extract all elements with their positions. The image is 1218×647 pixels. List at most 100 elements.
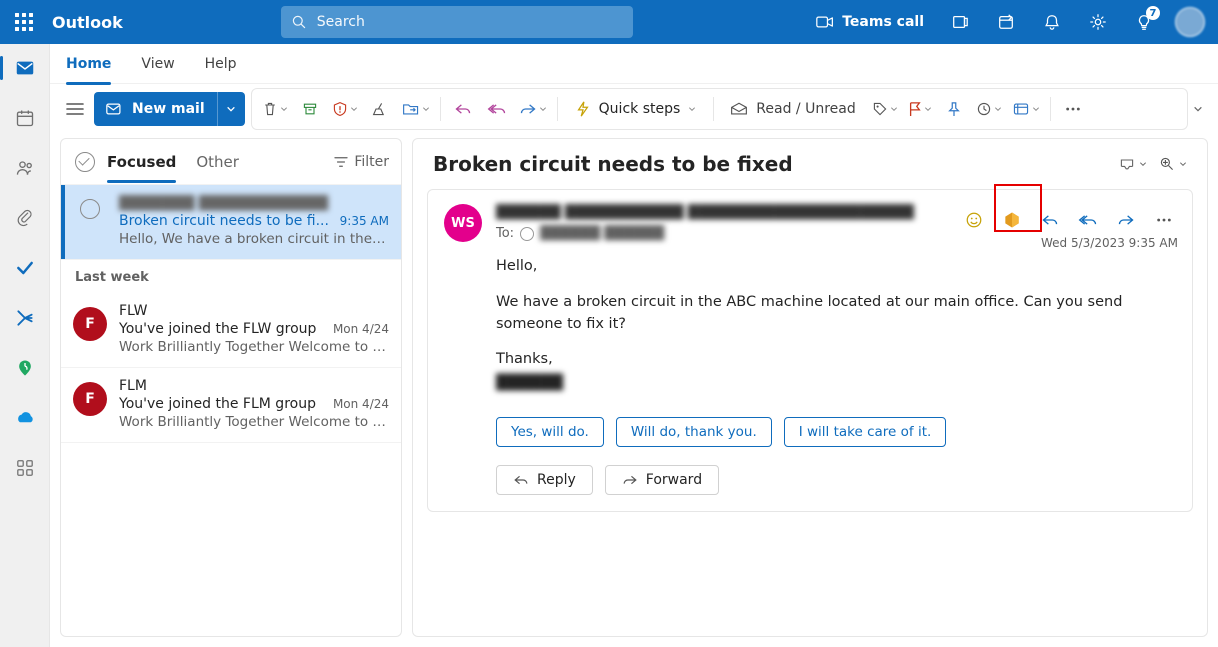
forward-button-large[interactable]: Forward	[605, 465, 719, 495]
search-input[interactable]: Search	[281, 6, 633, 38]
categorize-button[interactable]	[868, 93, 902, 125]
reply-button-large[interactable]: Reply	[496, 465, 593, 495]
message-from: ███████ ████████████	[119, 195, 389, 211]
hamburger-icon	[66, 102, 84, 116]
new-mail-dropdown[interactable]	[217, 92, 245, 126]
presence-circle-icon	[520, 227, 534, 241]
select-all-toggle[interactable]	[75, 152, 95, 172]
reply-icon	[454, 102, 472, 116]
tips-button[interactable]: 7	[1122, 0, 1166, 44]
delete-button[interactable]	[258, 93, 292, 125]
forward-icon	[622, 474, 638, 486]
waffle-icon	[15, 13, 33, 31]
app-launcher-button[interactable]	[0, 0, 48, 44]
mail-p2: We have a broken circuit in the ABC mach…	[496, 292, 1168, 336]
rail-files-button[interactable]	[5, 198, 45, 238]
message-select-circle[interactable]	[80, 199, 100, 219]
rail-todo-button[interactable]	[5, 248, 45, 288]
chevron-down-icon	[350, 105, 358, 113]
suggested-reply-3[interactable]: I will take care of it.	[784, 417, 947, 447]
rail-mail-button[interactable]	[5, 48, 45, 88]
print-button[interactable]	[1008, 93, 1044, 125]
settings-button[interactable]	[1076, 0, 1120, 44]
message-subject: You've joined the FLW group	[119, 321, 323, 337]
tab-home[interactable]: Home	[66, 44, 111, 84]
app-rail	[0, 44, 50, 647]
my-day-button[interactable]	[984, 0, 1028, 44]
meet-now-button[interactable]	[938, 0, 982, 44]
apps-grid-icon	[16, 459, 34, 477]
immersive-icon	[1012, 101, 1030, 117]
chevron-down-icon	[422, 105, 430, 113]
report-button[interactable]	[328, 93, 362, 125]
notifications-button[interactable]	[1030, 0, 1074, 44]
to-recipient: ██████ ██████	[540, 226, 664, 241]
suggested-reply-1[interactable]: Yes, will do.	[496, 417, 604, 447]
rail-more-apps-button[interactable]	[5, 448, 45, 488]
filter-icon	[334, 156, 348, 168]
message-list-item[interactable]: F FLW You've joined the FLW group Mon 4/…	[61, 293, 401, 368]
top-actions: Teams call 7	[804, 0, 1212, 44]
conversation-expander[interactable]	[1119, 156, 1147, 172]
chevron-down-icon	[688, 105, 696, 113]
sweep-button[interactable]	[364, 93, 396, 125]
tabs-row: Home View Help	[50, 44, 1218, 84]
calendar-icon	[15, 108, 35, 128]
rail-bookings-button[interactable]	[5, 348, 45, 388]
gear-icon	[1089, 13, 1107, 31]
pivot-other[interactable]: Other	[196, 153, 239, 171]
reactions-button[interactable]	[958, 204, 990, 236]
chevron-down-icon	[226, 104, 236, 114]
rail-yammer-button[interactable]	[5, 298, 45, 338]
flag-button[interactable]	[904, 93, 936, 125]
rail-people-button[interactable]	[5, 148, 45, 188]
message-preview: Work Brilliantly Together Welcome to t..…	[119, 414, 389, 430]
snooze-button[interactable]	[972, 93, 1006, 125]
folder-move-icon	[402, 101, 420, 117]
folder-pane-toggle[interactable]	[58, 88, 92, 130]
message-subject: You've joined the FLM group	[119, 396, 323, 412]
account-button[interactable]	[1168, 0, 1212, 44]
new-mail-button[interactable]: New mail	[94, 92, 245, 126]
mail-p3: Thanks,	[496, 349, 1168, 371]
zoom-button[interactable]	[1159, 156, 1187, 172]
reply-all-button[interactable]	[481, 93, 513, 125]
suggested-reply-2[interactable]: Will do, thank you.	[616, 417, 772, 447]
read-unread-button[interactable]: Read / Unread	[720, 101, 865, 117]
message-card: WS ██████ ███████████ ██████████████████…	[427, 189, 1193, 512]
message-list-item[interactable]: ███████ ████████████ Broken circuit need…	[61, 185, 401, 260]
move-to-button[interactable]	[398, 93, 434, 125]
rail-calendar-button[interactable]	[5, 98, 45, 138]
archive-button[interactable]	[294, 93, 326, 125]
collapse-ribbon-button[interactable]	[1188, 104, 1208, 114]
addin-button[interactable]	[996, 204, 1028, 236]
quick-steps-button[interactable]: Quick steps	[564, 99, 708, 119]
sender-avatar: F	[73, 307, 107, 341]
reply-icon-button[interactable]	[1034, 204, 1066, 236]
reply-all-icon	[487, 102, 507, 116]
flag-icon	[908, 101, 922, 117]
bookings-icon	[15, 358, 35, 378]
forward-button[interactable]	[515, 93, 551, 125]
message-from: FLW	[119, 303, 389, 319]
check-icon	[15, 258, 35, 278]
pin-button[interactable]	[938, 93, 970, 125]
message-subject: Broken circuit needs to be fi...	[119, 213, 330, 229]
chevron-down-icon	[924, 105, 932, 113]
reply-all-icon-button[interactable]	[1072, 204, 1104, 236]
chevron-down-icon	[1179, 160, 1187, 168]
teams-call-button[interactable]: Teams call	[804, 0, 936, 44]
rail-onedrive-button[interactable]	[5, 398, 45, 438]
new-mail-main[interactable]: New mail	[94, 92, 217, 126]
message-list-item[interactable]: F FLM You've joined the FLM group Mon 4/…	[61, 368, 401, 443]
reply-button[interactable]	[447, 93, 479, 125]
forward-label: Forward	[646, 472, 702, 488]
forward-icon-button[interactable]	[1110, 204, 1142, 236]
more-ribbon-button[interactable]	[1057, 93, 1089, 125]
pivot-focused[interactable]: Focused	[107, 153, 176, 171]
more-actions-button[interactable]	[1148, 204, 1180, 236]
tab-help[interactable]: Help	[205, 44, 237, 84]
attachment-icon	[16, 208, 34, 228]
tab-view[interactable]: View	[141, 44, 174, 84]
filter-button[interactable]: Filter	[334, 154, 389, 170]
